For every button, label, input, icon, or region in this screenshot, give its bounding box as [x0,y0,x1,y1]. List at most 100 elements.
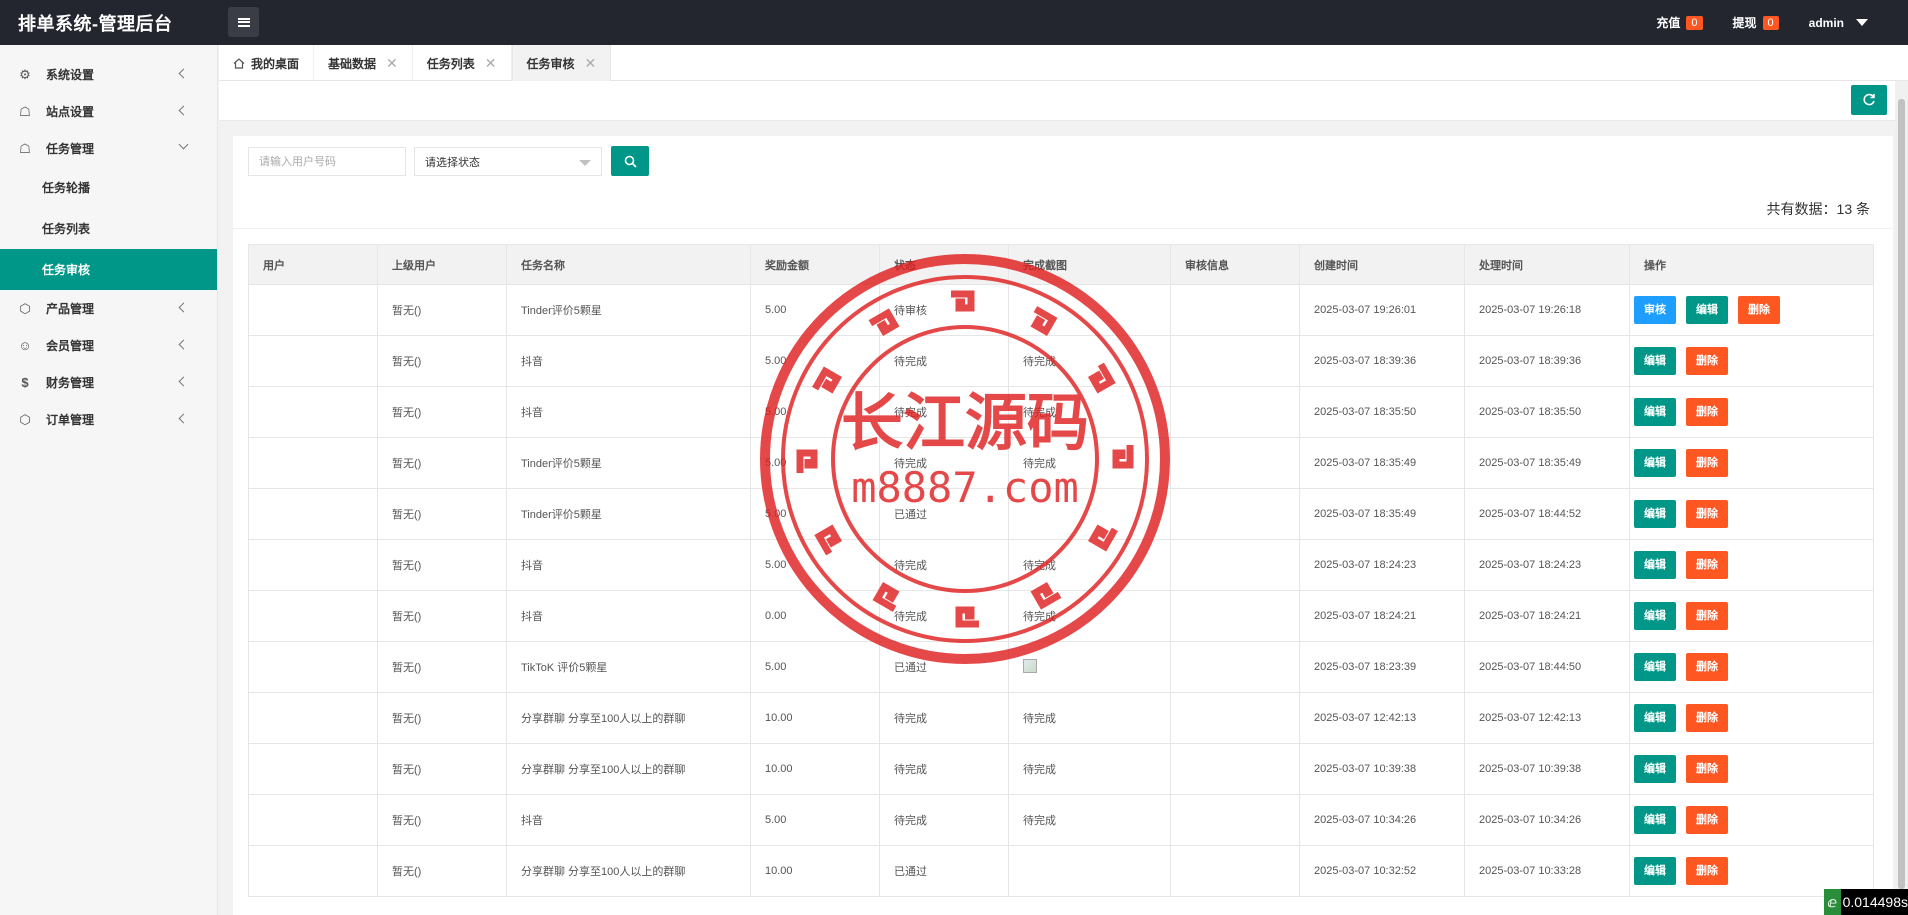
tab-basic-data[interactable]: 基础数据 ✕ [314,45,413,81]
tab-bar: 我的桌面 基础数据 ✕ 任务列表 ✕ 任务审核 ✕ [219,45,1908,81]
sidebar-item-label: 订单管理 [46,413,95,427]
sidebar-item-task[interactable]: ☖ 任务管理 [0,130,217,167]
scrollbar[interactable] [1895,81,1908,915]
withdraw-link[interactable]: 提现 0 [1733,14,1779,31]
column-header: 任务名称 [506,244,751,285]
delete-button[interactable]: 删除 [1686,857,1728,885]
edit-button[interactable]: 编辑 [1634,653,1676,681]
close-icon[interactable]: ✕ [386,55,398,72]
column-header: 奖励金额 [750,244,880,285]
recharge-link[interactable]: 充值 0 [1656,14,1703,31]
close-icon[interactable]: ✕ [585,55,597,72]
withdraw-badge: 0 [1762,15,1779,30]
column-header: 状态 [879,244,1009,285]
sidebar-item-system[interactable]: ⚙ 系统设置 [0,56,217,93]
divider [233,228,1893,229]
sidebar-item-site[interactable]: ☖ 站点设置 [0,93,217,130]
cell-processed: 2025-03-07 18:24:23 [1464,539,1630,591]
cell-user [248,437,378,489]
edit-button[interactable]: 编辑 [1634,806,1676,834]
edit-button[interactable]: 编辑 [1634,755,1676,783]
cell-processed: 2025-03-07 18:44:50 [1464,641,1630,693]
delete-button[interactable]: 删除 [1686,449,1728,477]
edit-button[interactable]: 编辑 [1634,347,1676,375]
edit-button[interactable]: 编辑 [1634,551,1676,579]
edit-button[interactable]: 编辑 [1634,398,1676,426]
sidebar-item-label: 任务管理 [46,142,95,156]
delete-button[interactable]: 删除 [1686,551,1728,579]
cell-status: 待完成 [879,386,1009,438]
cell-task: 分享群聊 分享至100人以上的群聊 [506,743,751,795]
sidebar-sub-task-review[interactable]: 任务审核 [0,249,217,290]
delete-button[interactable]: 删除 [1686,602,1728,630]
cell-info [1170,284,1300,336]
cell-created: 2025-03-07 12:42:13 [1299,692,1465,744]
scrollbar-thumb[interactable] [1898,99,1905,889]
user-menu[interactable]: admin [1809,14,1868,31]
sidebar-item-finance[interactable]: $ 财务管理 [0,364,217,401]
delete-button[interactable]: 删除 [1686,704,1728,732]
delete-button[interactable]: 删除 [1686,806,1728,834]
delete-button[interactable]: 删除 [1686,398,1728,426]
refresh-button[interactable] [1851,85,1887,115]
cell-status: 待审核 [879,284,1009,336]
user-icon: ☺ [18,337,32,353]
hamburger-icon [237,17,250,27]
user-number-input[interactable] [248,147,406,176]
delete-button[interactable]: 删除 [1686,653,1728,681]
delete-button[interactable]: 删除 [1686,755,1728,783]
edit-button[interactable]: 编辑 [1686,296,1728,324]
cell-info [1170,743,1300,795]
cell-created: 2025-03-07 18:35:49 [1299,488,1465,540]
cell-processed: 2025-03-07 10:34:26 [1464,794,1630,846]
cell-info [1170,539,1300,591]
cell-amount: 5.00 [750,794,880,846]
cell-amount: 5.00 [750,386,880,438]
cell-created: 2025-03-07 10:39:38 [1299,743,1465,795]
cell-amount: 10.00 [750,692,880,744]
table-row: 暂无() 抖音 5.00 待完成 待完成 2025-03-07 10:34:26 2025-… [248,794,1874,846]
cell-actions: 编辑 删除 [1629,488,1874,540]
sidebar-item-label: 会员管理 [46,339,95,353]
tab-task-list[interactable]: 任务列表 ✕ [413,45,512,81]
screenshot-thumbnail[interactable] [1023,658,1037,673]
cell-user [248,641,378,693]
sidebar-sub-task-list[interactable]: 任务列表 [0,208,217,249]
edit-button[interactable]: 编辑 [1634,500,1676,528]
sidebar-item-member[interactable]: ☺ 会员管理 [0,327,217,364]
tab-task-review[interactable]: 任务审核 ✕ [511,45,612,81]
delete-button[interactable]: 删除 [1738,296,1780,324]
edit-button[interactable]: 编辑 [1634,704,1676,732]
search-button[interactable] [611,146,649,176]
chevron-left-icon [178,413,189,424]
tab-desktop[interactable]: 我的桌面 [219,45,315,81]
cell-shot: 待完成 [1008,539,1171,591]
delete-button[interactable]: 删除 [1686,347,1728,375]
sidebar-item-product[interactable]: ⬡ 产品管理 [0,290,217,327]
table-row: 暂无() 分享群聊 分享至100人以上的群聊 10.00 待完成 待完成 2025-03-… [248,692,1874,744]
column-header: 完成截图 [1008,244,1171,285]
delete-button[interactable]: 删除 [1686,500,1728,528]
perf-indicator: ⅇ 0.014498s [1824,889,1908,915]
close-icon[interactable]: ✕ [485,55,497,72]
edit-button[interactable]: 编辑 [1634,602,1676,630]
audit-button[interactable]: 审核 [1634,296,1676,324]
toolbar [219,81,1895,121]
status-select[interactable]: 请选择状态 [414,147,602,176]
sidebar-sub-task-carousel[interactable]: 任务轮播 [0,167,217,208]
cell-parent: 暂无() [377,743,507,795]
cell-status: 待完成 [879,590,1009,642]
chevron-left-icon [178,105,189,116]
menu-toggle-button[interactable] [228,7,259,37]
column-header: 用户 [248,244,378,285]
edit-button[interactable]: 编辑 [1634,449,1676,477]
cell-parent: 暂无() [377,386,507,438]
sidebar-item-order[interactable]: ⬡ 订单管理 [0,401,217,438]
chevron-left-icon [178,302,189,313]
edit-button[interactable]: 编辑 [1634,857,1676,885]
order-icon: ⬡ [19,411,31,427]
app-title: 排单系统-管理后台 [18,14,173,34]
sidebar: ⚙ 系统设置 ☖ 站点设置 ☖ 任务管理 任务轮播 任务列表 任务审核 ⬡ 产品… [0,45,218,915]
table-row: 暂无() 抖音 5.00 待完成 待完成 2025-03-07 18:39:36 2025-… [248,335,1874,387]
cell-status: 已通过 [879,641,1009,693]
